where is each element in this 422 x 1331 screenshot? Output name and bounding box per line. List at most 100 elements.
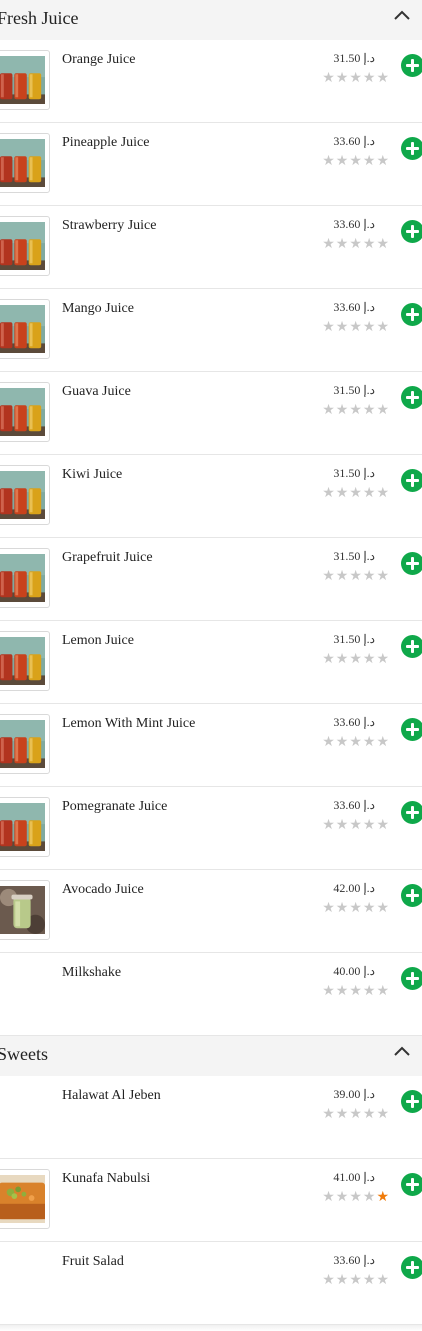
star-icon[interactable]: ★ (376, 569, 389, 583)
product-image[interactable] (0, 50, 50, 110)
star-icon[interactable]: ★ (349, 237, 362, 251)
star-rating[interactable]: ★ ★ ★ ★ ★ (322, 486, 389, 500)
star-icon[interactable]: ★ (322, 320, 335, 334)
chevron-up-icon[interactable] (393, 1044, 411, 1058)
add-to-cart-button[interactable] (401, 552, 422, 575)
product-image[interactable] (0, 382, 50, 442)
star-icon[interactable]: ★ (376, 984, 389, 998)
add-to-cart-button[interactable] (401, 469, 422, 492)
add-to-cart-button[interactable] (401, 718, 422, 741)
star-icon[interactable]: ★ (336, 1107, 349, 1121)
star-icon[interactable]: ★ (336, 984, 349, 998)
star-icon[interactable]: ★ (363, 403, 376, 417)
chevron-up-icon[interactable] (393, 8, 411, 22)
star-rating[interactable]: ★ ★ ★ ★ ★ (322, 1107, 389, 1121)
star-icon[interactable]: ★ (349, 486, 362, 500)
section-header[interactable]: Sweets (0, 1036, 422, 1076)
star-icon[interactable]: ★ (349, 569, 362, 583)
star-icon[interactable]: ★ (376, 154, 389, 168)
star-icon[interactable]: ★ (376, 735, 389, 749)
star-icon[interactable]: ★ (322, 237, 335, 251)
star-icon[interactable]: ★ (322, 901, 335, 915)
star-icon[interactable]: ★ (363, 1190, 376, 1204)
star-rating[interactable]: ★ ★ ★ ★ ★ (322, 237, 389, 251)
star-icon[interactable]: ★ (363, 818, 376, 832)
star-icon[interactable]: ★ (322, 735, 335, 749)
star-icon[interactable]: ★ (376, 901, 389, 915)
star-icon[interactable]: ★ (322, 652, 335, 666)
add-to-cart-button[interactable] (401, 386, 422, 409)
star-icon[interactable]: ★ (336, 569, 349, 583)
star-icon[interactable]: ★ (349, 403, 362, 417)
star-icon[interactable]: ★ (322, 486, 335, 500)
star-icon[interactable]: ★ (376, 403, 389, 417)
star-icon[interactable]: ★ (336, 652, 349, 666)
star-rating[interactable]: ★ ★ ★ ★ ★ (322, 154, 389, 168)
product-image[interactable] (0, 465, 50, 525)
product-image[interactable] (0, 714, 50, 774)
section-header[interactable]: Fresh Juice (0, 0, 422, 40)
product-image[interactable] (0, 631, 50, 691)
star-icon[interactable]: ★ (336, 486, 349, 500)
star-rating[interactable]: ★ ★ ★ ★ ★ (322, 1190, 389, 1204)
star-icon[interactable]: ★ (349, 320, 362, 334)
star-icon[interactable]: ★ (349, 154, 362, 168)
star-rating[interactable]: ★ ★ ★ ★ ★ (322, 652, 389, 666)
star-icon[interactable]: ★ (322, 569, 335, 583)
star-icon[interactable]: ★ (376, 237, 389, 251)
star-icon[interactable]: ★ (349, 818, 362, 832)
star-icon[interactable]: ★ (376, 320, 389, 334)
star-icon[interactable]: ★ (363, 569, 376, 583)
star-rating[interactable]: ★ ★ ★ ★ ★ (322, 403, 389, 417)
star-icon[interactable]: ★ (363, 984, 376, 998)
add-to-cart-button[interactable] (401, 1090, 422, 1113)
product-image[interactable] (0, 299, 50, 359)
product-image[interactable] (0, 1169, 50, 1229)
product-image[interactable] (0, 548, 50, 608)
star-icon[interactable]: ★ (363, 154, 376, 168)
star-rating[interactable]: ★ ★ ★ ★ ★ (322, 984, 389, 998)
star-icon[interactable]: ★ (349, 984, 362, 998)
star-icon[interactable]: ★ (336, 1190, 349, 1204)
star-icon[interactable]: ★ (363, 1107, 376, 1121)
star-icon[interactable]: ★ (376, 1107, 389, 1121)
star-icon[interactable]: ★ (322, 1190, 335, 1204)
add-to-cart-button[interactable] (401, 884, 422, 907)
star-icon[interactable]: ★ (322, 403, 335, 417)
star-icon[interactable]: ★ (336, 71, 349, 85)
add-to-cart-button[interactable] (401, 54, 422, 77)
star-icon[interactable]: ★ (336, 320, 349, 334)
star-icon[interactable]: ★ (363, 71, 376, 85)
star-icon[interactable]: ★ (349, 652, 362, 666)
star-icon[interactable]: ★ (349, 71, 362, 85)
star-rating[interactable]: ★ ★ ★ ★ ★ (322, 569, 389, 583)
star-icon[interactable]: ★ (349, 901, 362, 915)
star-icon[interactable]: ★ (363, 735, 376, 749)
star-icon[interactable]: ★ (336, 237, 349, 251)
product-image[interactable] (0, 216, 50, 276)
star-icon[interactable]: ★ (363, 320, 376, 334)
product-image[interactable] (0, 133, 50, 193)
add-to-cart-button[interactable] (401, 635, 422, 658)
star-rating[interactable]: ★ ★ ★ ★ ★ (322, 818, 389, 832)
star-icon[interactable]: ★ (376, 71, 389, 85)
star-icon[interactable]: ★ (376, 818, 389, 832)
star-icon[interactable]: ★ (376, 652, 389, 666)
star-icon[interactable]: ★ (363, 901, 376, 915)
star-rating[interactable]: ★ ★ ★ ★ ★ (322, 320, 389, 334)
star-icon[interactable]: ★ (349, 1107, 362, 1121)
star-icon[interactable]: ★ (322, 1107, 335, 1121)
add-to-cart-button[interactable] (401, 137, 422, 160)
star-icon[interactable]: ★ (322, 71, 335, 85)
star-icon[interactable]: ★ (322, 154, 335, 168)
star-icon[interactable]: ★ (336, 154, 349, 168)
star-icon[interactable]: ★ (322, 818, 335, 832)
star-icon[interactable]: ★ (349, 735, 362, 749)
add-to-cart-button[interactable] (401, 220, 422, 243)
star-icon[interactable]: ★ (322, 984, 335, 998)
star-icon[interactable]: ★ (336, 403, 349, 417)
star-icon[interactable]: ★ (336, 735, 349, 749)
star-icon[interactable]: ★ (349, 1190, 362, 1204)
star-icon[interactable]: ★ (336, 901, 349, 915)
star-rating[interactable]: ★ ★ ★ ★ ★ (322, 71, 389, 85)
